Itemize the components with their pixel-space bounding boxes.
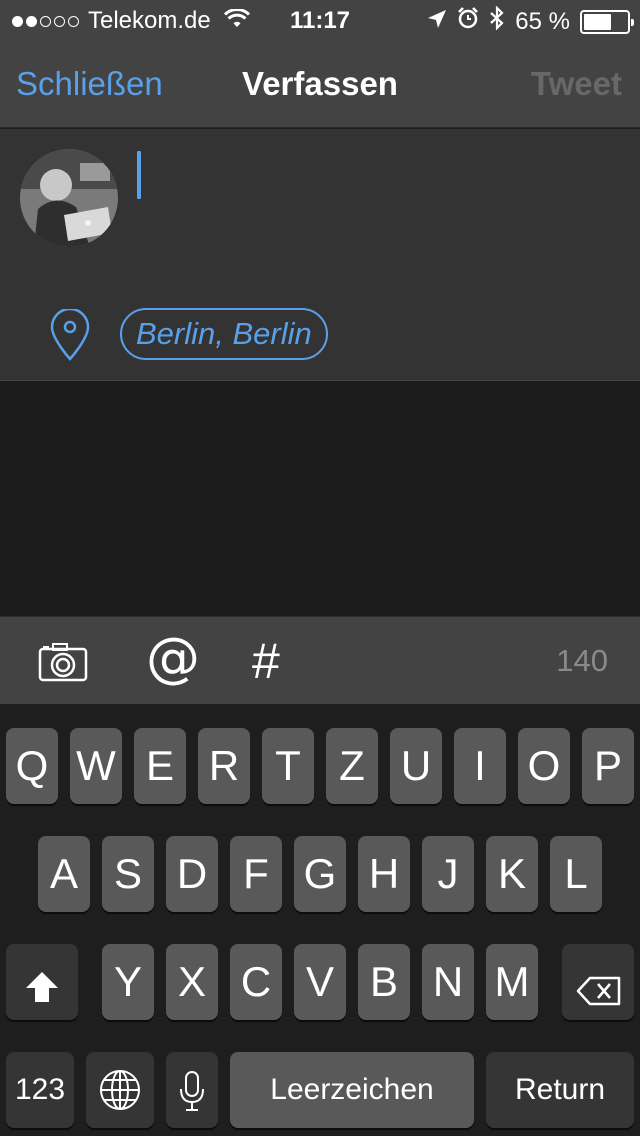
status-right: 65 % [427, 5, 634, 37]
key-d[interactable]: D [166, 836, 218, 912]
battery-fill [584, 13, 611, 30]
dictation-key[interactable] [166, 1052, 218, 1128]
key-w[interactable]: W [70, 728, 122, 804]
top-bar: Telekom.de 11:17 65 % Schließen Verfasse… [0, 0, 640, 128]
key-u[interactable]: U [390, 728, 442, 804]
status-bar: Telekom.de 11:17 65 % [0, 0, 640, 42]
key-k[interactable]: K [486, 836, 538, 912]
compose-screen: Telekom.de 11:17 65 % Schließen Verfasse… [0, 0, 640, 1136]
close-button[interactable]: Schließen [16, 65, 163, 103]
globe-icon [99, 1069, 141, 1121]
key-y[interactable]: Y [102, 944, 154, 1020]
key-j[interactable]: J [422, 836, 474, 912]
key-n[interactable]: N [422, 944, 474, 1020]
camera-icon[interactable] [38, 642, 88, 687]
delete-key[interactable] [562, 944, 634, 1020]
tweet-button[interactable]: Tweet [531, 65, 622, 103]
space-key[interactable]: Leerzeichen [230, 1052, 474, 1128]
compose-area[interactable]: Berlin, Berlin [0, 129, 640, 381]
backspace-icon [576, 968, 622, 1016]
compose-toolbar: @ # 140 [0, 616, 640, 704]
key-h[interactable]: H [358, 836, 410, 912]
shift-key[interactable] [6, 944, 78, 1020]
battery-percent: 65 % [515, 7, 570, 35]
key-f[interactable]: F [230, 836, 282, 912]
globe-key[interactable] [86, 1052, 154, 1128]
return-key[interactable]: Return [486, 1052, 634, 1128]
key-g[interactable]: G [294, 836, 346, 912]
hashtag-button[interactable]: # [252, 631, 280, 691]
shift-icon [24, 966, 60, 1014]
nav-bar: Schließen Verfassen Tweet [0, 42, 640, 128]
alarm-icon [457, 7, 489, 36]
key-t[interactable]: T [262, 728, 314, 804]
key-a[interactable]: A [38, 836, 90, 912]
key-l[interactable]: L [550, 836, 602, 912]
avatar [20, 149, 118, 247]
numbers-key[interactable]: 123 [6, 1052, 74, 1128]
key-p[interactable]: P [582, 728, 634, 804]
key-m[interactable]: M [486, 944, 538, 1020]
mention-button[interactable]: @ [146, 627, 200, 689]
keyboard: 123 Leerzeichen Return QWERTZUIOP ASDFGHJ… [0, 704, 640, 1136]
key-i[interactable]: I [454, 728, 506, 804]
microphone-icon [178, 1070, 206, 1122]
character-counter: 140 [556, 643, 608, 678]
key-e[interactable]: E [134, 728, 186, 804]
location-arrow-icon [427, 8, 457, 36]
battery-icon [580, 9, 634, 34]
key-s[interactable]: S [102, 836, 154, 912]
location-tag[interactable]: Berlin, Berlin [120, 308, 328, 360]
key-x[interactable]: X [166, 944, 218, 1020]
key-z[interactable]: Z [326, 728, 378, 804]
content-spacer [0, 381, 640, 616]
text-cursor [137, 151, 141, 199]
key-v[interactable]: V [294, 944, 346, 1020]
key-c[interactable]: C [230, 944, 282, 1020]
key-o[interactable]: O [518, 728, 570, 804]
bluetooth-icon [489, 5, 515, 37]
key-q[interactable]: Q [6, 728, 58, 804]
location-pin-icon[interactable] [46, 307, 94, 366]
key-r[interactable]: R [198, 728, 250, 804]
key-b[interactable]: B [358, 944, 410, 1020]
